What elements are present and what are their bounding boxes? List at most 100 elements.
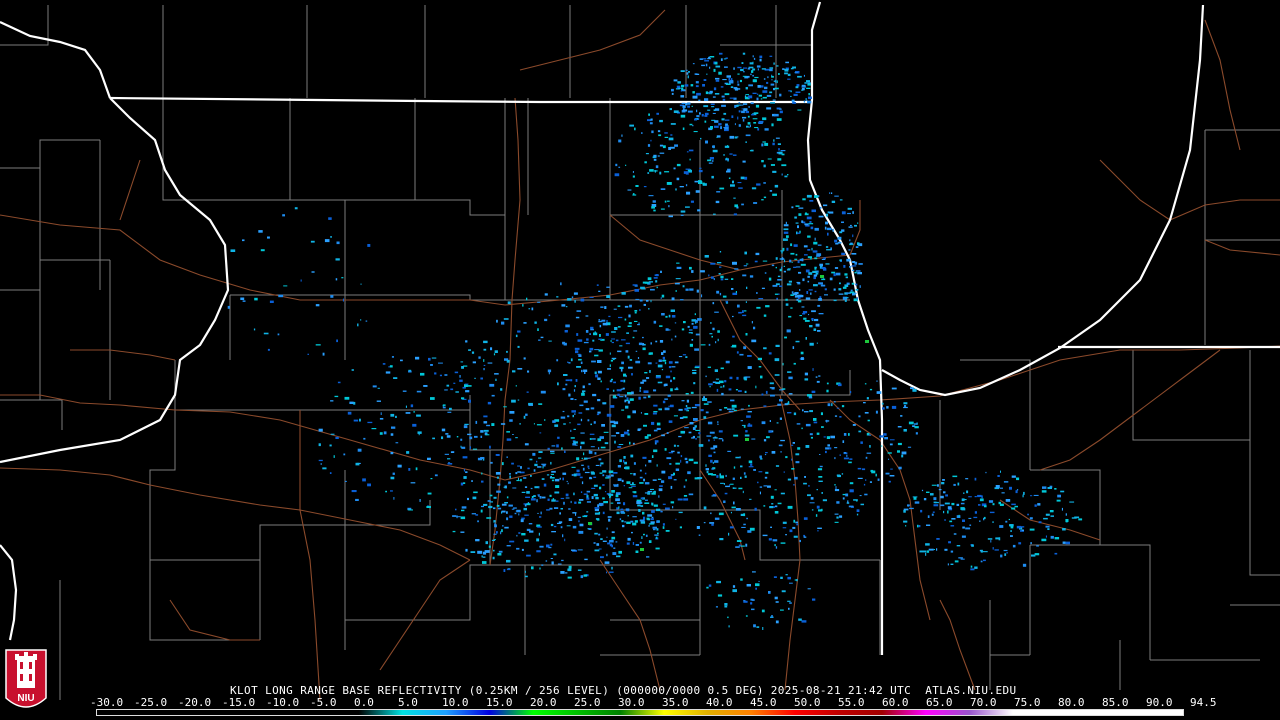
echo-pixel — [591, 487, 596, 489]
echo-pixel — [653, 449, 658, 453]
echo-pixel — [703, 416, 707, 419]
echo-pixel — [742, 116, 747, 119]
echo-pixel — [990, 540, 992, 543]
echo-pixel — [492, 556, 495, 560]
echo-pixel — [460, 482, 464, 486]
echo-pixel — [604, 306, 607, 309]
echo-pixel — [709, 385, 711, 388]
echo-pixel — [675, 462, 680, 465]
echo-pixel — [726, 83, 731, 85]
echo-pixel — [671, 338, 673, 341]
echo-pixel — [480, 430, 484, 433]
echo-pixel — [759, 491, 761, 495]
echo-pixel — [620, 510, 625, 514]
echo-pixel — [673, 79, 678, 82]
echo-pixel — [357, 323, 359, 327]
echo-pixel — [804, 320, 810, 322]
echo-pixel — [764, 453, 767, 456]
echo-pixel — [676, 262, 680, 264]
echo-pixel — [632, 482, 634, 485]
echo-pixel — [669, 108, 672, 111]
echo-pixel — [668, 452, 674, 454]
echo-pixel — [767, 485, 771, 488]
echo-pixel — [652, 412, 657, 415]
echo-pixel — [830, 247, 832, 251]
echo-pixel — [661, 352, 664, 355]
echo-pixel — [615, 339, 619, 342]
echo-pixel — [416, 414, 421, 417]
echo-pixel — [576, 469, 580, 473]
echo-pixel — [668, 215, 673, 218]
echo-pixel — [627, 325, 632, 327]
echo-pixel — [650, 139, 652, 142]
echo-pixel — [581, 457, 583, 460]
echo-pixel — [730, 86, 734, 88]
echo-pixel — [800, 357, 804, 360]
echo-pixel — [818, 476, 823, 478]
echo-pixel — [541, 478, 545, 480]
echo-pixel — [600, 462, 604, 465]
echo-pixel — [686, 151, 689, 153]
echo-pixel — [627, 515, 629, 517]
echo-pixel — [583, 369, 588, 372]
echo-pixel — [538, 339, 541, 341]
echo-pixel — [787, 576, 791, 580]
echo-pixel — [506, 496, 509, 499]
echo-pixel — [495, 454, 500, 456]
echo-pixel — [480, 457, 485, 459]
echo-pixel — [615, 163, 618, 167]
echo-pixel — [695, 319, 698, 323]
echo-pixel — [848, 433, 850, 436]
echo-pixel — [461, 509, 465, 512]
echo-pixel — [776, 422, 779, 424]
echo-pixel — [733, 501, 735, 505]
echo-pixel — [769, 420, 771, 422]
echo-pixel — [643, 396, 647, 399]
echo-pixel — [667, 200, 670, 202]
echo-pixel — [635, 544, 639, 546]
echo-pixel — [254, 297, 258, 301]
echo-pixel — [775, 601, 779, 603]
echo-pixel — [573, 389, 576, 392]
echo-pixel — [710, 262, 716, 265]
echo-pixel — [705, 411, 709, 414]
echo-pixel — [708, 162, 713, 164]
echo-pixel — [793, 362, 796, 365]
echo-pixel — [806, 216, 812, 220]
echo-pixel — [592, 438, 596, 440]
echo-pixel — [715, 65, 721, 68]
echo-pixel — [672, 506, 674, 509]
echo-pixel — [647, 277, 652, 281]
echo-pixel — [768, 431, 772, 433]
echo-pixel — [607, 542, 610, 545]
echo-pixel — [891, 405, 897, 409]
echo-pixel — [707, 109, 711, 111]
echo-pixel — [543, 483, 547, 487]
echo-pixel — [820, 412, 823, 416]
echo-pixel — [625, 350, 629, 353]
echo-pixel — [709, 431, 715, 434]
echo-pixel — [700, 344, 706, 346]
echo-pixel — [661, 470, 666, 474]
echo-pixel — [813, 421, 818, 424]
echo-pixel — [431, 357, 437, 359]
echo-pixel — [734, 123, 736, 126]
echo-pixel — [694, 366, 700, 369]
echo-pixel — [705, 464, 707, 467]
echo-pixel — [839, 259, 841, 262]
echo-pixel — [426, 506, 431, 508]
echo-pixel — [790, 95, 792, 97]
echo-pixel — [775, 620, 779, 624]
echo-pixel — [733, 409, 737, 412]
echo-pixel — [660, 208, 665, 210]
echo-pixel — [537, 328, 539, 331]
echo-pixel — [821, 426, 824, 428]
echo-pixel — [779, 417, 782, 420]
echo-pixel — [670, 370, 672, 373]
echo-pixel — [901, 451, 907, 455]
echo-pixel — [567, 568, 572, 572]
echo-pixel — [1054, 537, 1060, 540]
echo-pixel — [692, 435, 695, 439]
echo-pixel — [623, 459, 625, 463]
echo-pixel — [727, 450, 732, 452]
